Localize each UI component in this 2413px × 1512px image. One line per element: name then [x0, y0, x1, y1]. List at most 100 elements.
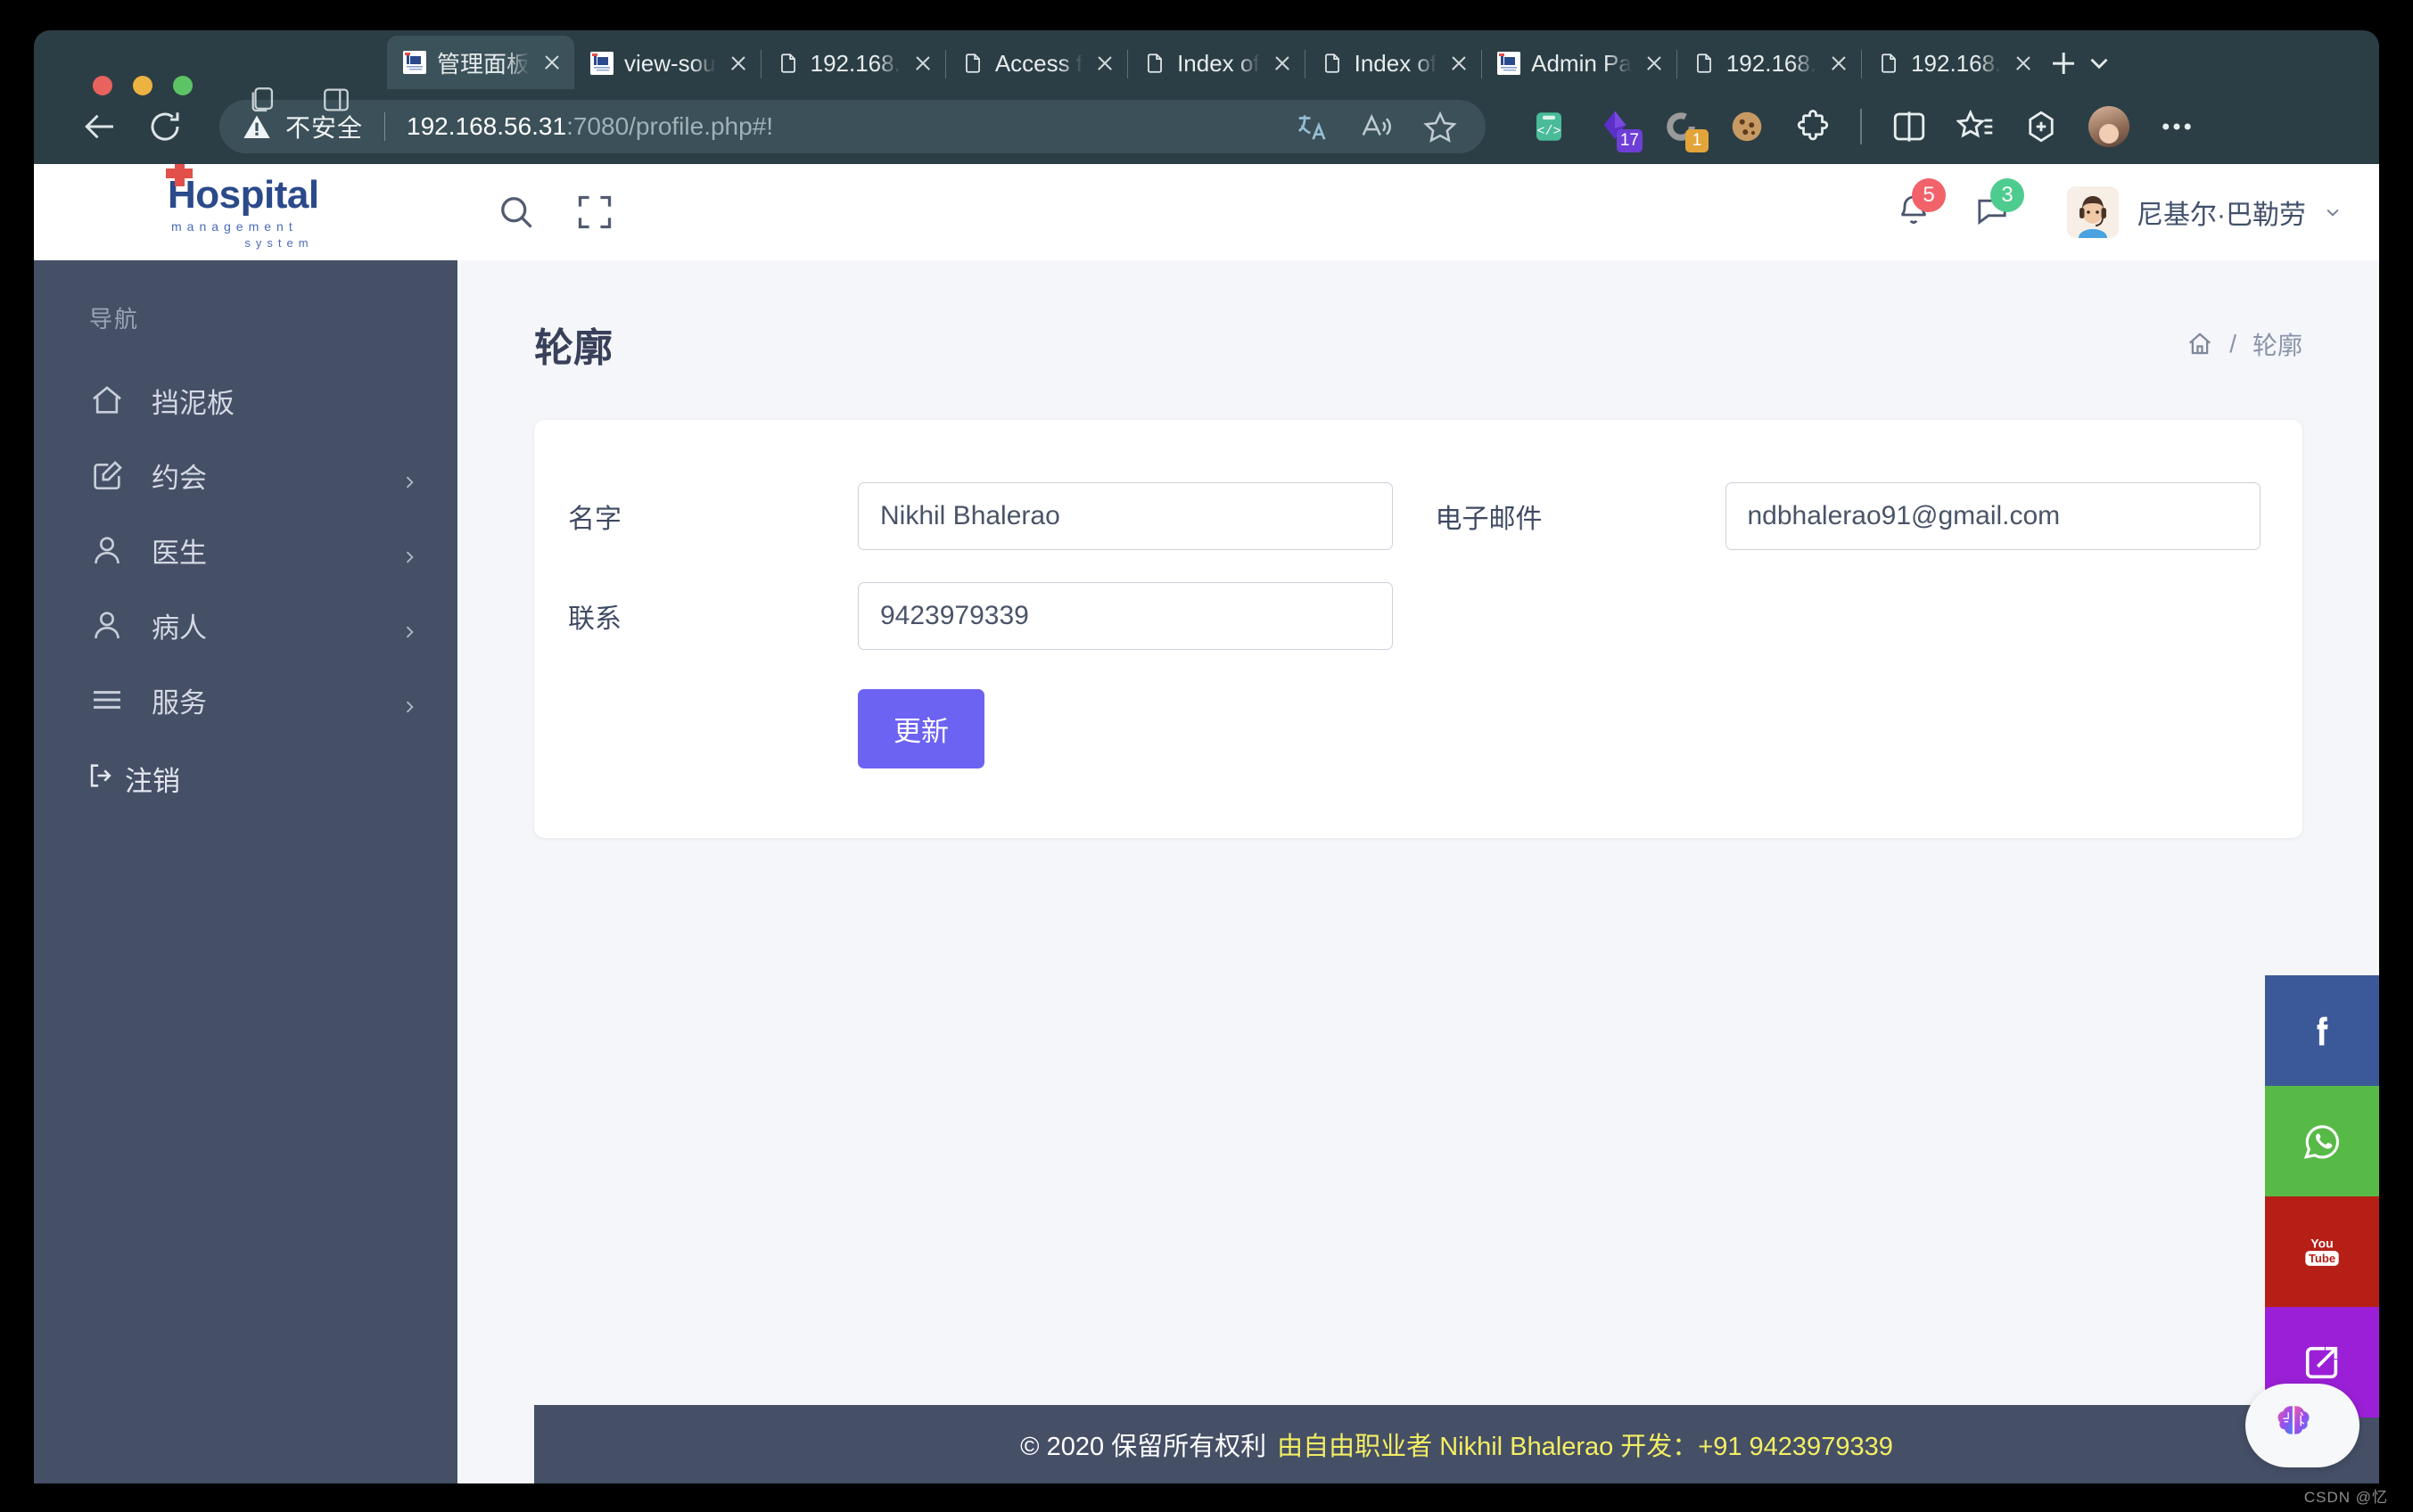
document-favicon-icon: [777, 52, 800, 75]
chevron-down-icon: [2324, 203, 2342, 221]
reload-icon[interactable]: [146, 108, 184, 145]
logo-subtitle-2: system: [244, 236, 314, 250]
close-tab-button[interactable]: [1447, 52, 1470, 75]
close-tab-button[interactable]: [540, 51, 564, 74]
favorite-star-icon[interactable]: [1423, 110, 1457, 144]
new-tab-button[interactable]: [2046, 45, 2081, 81]
close-tab-button[interactable]: [2012, 52, 2035, 75]
update-button[interactable]: 更新: [858, 689, 984, 768]
list-lines-icon: [89, 682, 125, 718]
search-icon[interactable]: [497, 193, 536, 232]
sidebar-item-label: 挡泥板: [152, 387, 235, 419]
close-tab-button[interactable]: [1643, 52, 1666, 75]
logo-subtitle-1: management: [171, 219, 298, 234]
close-tab-button[interactable]: [1827, 52, 1850, 75]
close-tab-button[interactable]: [911, 52, 935, 75]
more-options-icon[interactable]: [2158, 108, 2195, 145]
footer-credit: 由自由职业者 Nikhil Bhalerao 开发：+91 9423979339: [1277, 1433, 1893, 1461]
url-omnibox[interactable]: 不安全 192.168.56.31:7080/profile.php#!: [219, 100, 1486, 153]
maximize-window-button[interactable]: [173, 76, 193, 95]
name-field-group: 名字: [568, 482, 1436, 550]
sidebar-item-3[interactable]: 病人: [34, 588, 457, 662]
cookie-extension-icon[interactable]: [1728, 108, 1766, 145]
fullscreen-expand-icon[interactable]: [575, 193, 614, 232]
svg-text:You: You: [2310, 1236, 2333, 1250]
browser-address-bar: 不安全 192.168.56.31:7080/profile.php#! </>: [34, 89, 2379, 164]
ring-extension-icon[interactable]: 1: [1662, 108, 1709, 152]
sidebar-item-4[interactable]: 服务: [34, 662, 457, 737]
profile-form-card: 名字 电子邮件 联系: [534, 420, 2302, 838]
notifications-button[interactable]: 5: [1896, 178, 1946, 232]
back-arrow-icon[interactable]: [82, 108, 119, 145]
add-to-collection-icon[interactable]: [2022, 108, 2060, 145]
sidebar-logout-label: 注销: [125, 766, 180, 797]
browser-tab-title: Admin Pa: [1531, 49, 1632, 77]
header-actions: 5 3 尼基尔·巴勒劳: [1896, 178, 2342, 238]
home-icon[interactable]: [2187, 331, 2213, 357]
youtube-button[interactable]: You Tube: [2265, 1196, 2379, 1307]
facebook-button[interactable]: [2265, 975, 2379, 1086]
close-window-button[interactable]: [93, 76, 112, 95]
ai-assistant-widget[interactable]: [2245, 1384, 2359, 1467]
window-controls: [93, 76, 193, 95]
read-aloud-icon[interactable]: [1359, 110, 1393, 144]
browser-tab-title: Index of: [1354, 49, 1437, 77]
page-viewport: Hospital management system 5 3 尼基尔·巴勒劳 导…: [34, 164, 2379, 1483]
sidebar-item-logout[interactable]: 注销: [34, 737, 457, 799]
sidebar-item-label: 服务: [152, 686, 207, 719]
document-favicon-icon: [1692, 52, 1716, 75]
close-tab-button[interactable]: [727, 52, 750, 75]
whatsapp-button[interactable]: [2265, 1086, 2379, 1196]
purple-diamond-extension-icon[interactable]: 17: [1596, 108, 1643, 152]
sidebar-toggle-icon[interactable]: [321, 85, 351, 115]
name-label: 名字: [568, 505, 622, 534]
sidebar-item-2[interactable]: 医生: [34, 513, 457, 588]
close-tab-button[interactable]: [1093, 52, 1116, 75]
browser-tab[interactable]: Admin Pa: [1481, 37, 1676, 89]
sidebar-item-label: 约会: [152, 462, 207, 494]
tab-list-button[interactable]: [2081, 45, 2117, 81]
sidebar-item-1[interactable]: 约会: [34, 438, 457, 513]
chevron-right-icon: [400, 466, 418, 489]
close-tab-button[interactable]: [1271, 52, 1294, 75]
browser-profile-avatar[interactable]: [2088, 106, 2129, 147]
messages-button[interactable]: 3: [1974, 178, 2024, 232]
email-input[interactable]: [1725, 482, 2261, 550]
code-extension-icon[interactable]: </>: [1530, 108, 1568, 145]
document-favicon-icon: [961, 52, 984, 75]
page-title: 轮廓: [534, 326, 613, 370]
hospital-favicon-icon: [590, 52, 614, 75]
app-logo[interactable]: Hospital management system: [34, 164, 457, 250]
browser-tab[interactable]: 192.168.: [760, 37, 945, 89]
name-input[interactable]: [858, 482, 1393, 550]
browser-tab[interactable]: Index of: [1127, 37, 1305, 89]
app-header: Hospital management system 5 3 尼基尔·巴勒劳: [34, 164, 2379, 260]
browser-tab[interactable]: Access f: [944, 37, 1127, 89]
browser-tab[interactable]: 192.168.: [1676, 37, 1861, 89]
form-row-1: 名字 电子邮件: [534, 482, 2302, 550]
minimize-window-button[interactable]: [133, 76, 152, 95]
home-icon: [89, 382, 125, 418]
sidebar-section-label: 导航: [89, 306, 140, 333]
browser-tab[interactable]: Index of: [1304, 37, 1482, 89]
sidebar-item-label: 病人: [152, 612, 207, 644]
messages-badge: 3: [1990, 178, 2024, 212]
browser-tab[interactable]: 192.168.: [1861, 37, 2046, 89]
omnibox-actions: [1295, 110, 1462, 144]
browser-tab[interactable]: view-sou: [574, 37, 761, 89]
social-share-rail: You Tube: [2265, 975, 2379, 1418]
main-content: 轮廓 / 轮廓 名字 Nikhil Bhalerao 电子邮件 ndbhaler…: [457, 260, 2379, 1483]
user-menu[interactable]: 尼基尔·巴勒劳: [2067, 186, 2342, 238]
tab-groups-icon[interactable]: [248, 85, 278, 115]
translate-icon[interactable]: [1295, 110, 1329, 144]
puzzle-extensions-icon[interactable]: [1794, 108, 1832, 145]
split-screen-icon[interactable]: [1890, 108, 1928, 145]
chevron-right-icon: [400, 691, 418, 713]
collections-favorites-icon[interactable]: [1955, 108, 1994, 145]
contact-input[interactable]: [858, 582, 1393, 650]
page-body: 导航 挡泥板 约会 医生 病人 服务 注销 轮廓 / 轮廓 名字 Nikhil …: [34, 260, 2379, 1483]
sidebar-item-0[interactable]: 挡泥板: [34, 363, 457, 438]
browser-tab[interactable]: 管理面板: [387, 36, 575, 89]
toolbar-divider: [1860, 109, 1862, 144]
svg-text:Tube: Tube: [2309, 1252, 2335, 1265]
